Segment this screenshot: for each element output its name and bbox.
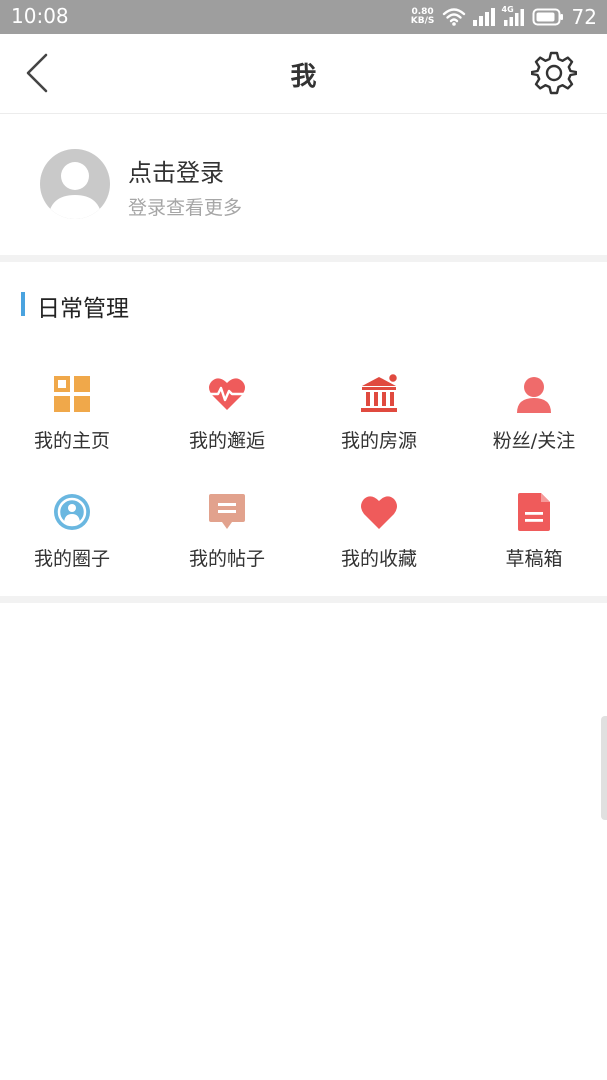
menu-item-label: 我的收藏 <box>340 548 417 570</box>
menu-item-my-encounters[interactable]: 我的邂逅 <box>152 374 302 454</box>
section-accent-bar <box>21 292 25 316</box>
document-icon <box>518 493 550 531</box>
building-icon <box>361 374 399 412</box>
heart-icon <box>361 496 397 529</box>
network-speed-unit: KB/S <box>410 16 435 26</box>
menu-item-label: 草稿箱 <box>505 548 563 570</box>
heartbeat-icon <box>207 378 247 410</box>
menu-item-label: 粉丝/关注 <box>492 430 576 452</box>
default-avatar-icon <box>48 162 102 219</box>
menu-item-label: 我的帖子 <box>188 548 265 570</box>
side-drawer-handle[interactable] <box>601 716 607 820</box>
header: 我 <box>0 34 607 114</box>
signal-4g-icon <box>503 9 524 26</box>
menu-item-my-circles[interactable]: 我的圈子 <box>0 492 147 572</box>
menu-item-label: 我的房源 <box>340 430 417 452</box>
broadcast-icon <box>54 494 90 530</box>
person-icon <box>517 377 551 413</box>
settings-button[interactable] <box>530 50 578 96</box>
signal-icon <box>472 8 495 26</box>
battery-level: 72 <box>571 5 597 29</box>
login-title[interactable]: 点击登录 <box>128 153 224 188</box>
wifi-icon <box>442 8 465 26</box>
menu-item-my-posts[interactable]: 我的帖子 <box>152 492 302 572</box>
status-bar: 10:08 0.80 KB/S 4G 72 <box>0 0 607 34</box>
menu-item-my-homepage[interactable]: 我的主页 <box>0 374 147 454</box>
page-title: 我 <box>290 62 317 92</box>
login-subtitle: 登录查看更多 <box>128 197 243 219</box>
daily-management-section: 日常管理 我的主页 我的邂逅 我的房源 粉丝/关注 我的圈子 我的帖子 我的收藏… <box>0 262 607 596</box>
menu-item-my-favorites[interactable]: 我的收藏 <box>304 492 454 572</box>
profile-card[interactable]: 点击登录 登录查看更多 <box>0 115 607 255</box>
divider <box>0 255 607 262</box>
menu-item-my-listings[interactable]: 我的房源 <box>304 374 454 454</box>
status-icons: 0.80 KB/S 4G 72 <box>410 5 597 29</box>
battery-icon <box>532 8 563 26</box>
comment-icon <box>209 494 245 529</box>
network-speed: 0.80 KB/S <box>410 8 436 26</box>
status-time: 10:08 <box>11 4 69 28</box>
menu-item-label: 我的主页 <box>33 430 110 452</box>
menu-item-drafts[interactable]: 草稿箱 <box>459 492 607 572</box>
grid-icon <box>54 376 90 412</box>
avatar[interactable] <box>40 149 110 219</box>
section-title: 日常管理 <box>37 296 129 322</box>
menu-item-label: 我的邂逅 <box>188 430 265 452</box>
menu-item-label: 我的圈子 <box>33 548 110 570</box>
menu-item-fans-following[interactable]: 粉丝/关注 <box>459 374 607 454</box>
signal-4g: 4G <box>502 5 526 27</box>
gear-icon <box>530 51 578 95</box>
divider <box>0 596 607 603</box>
